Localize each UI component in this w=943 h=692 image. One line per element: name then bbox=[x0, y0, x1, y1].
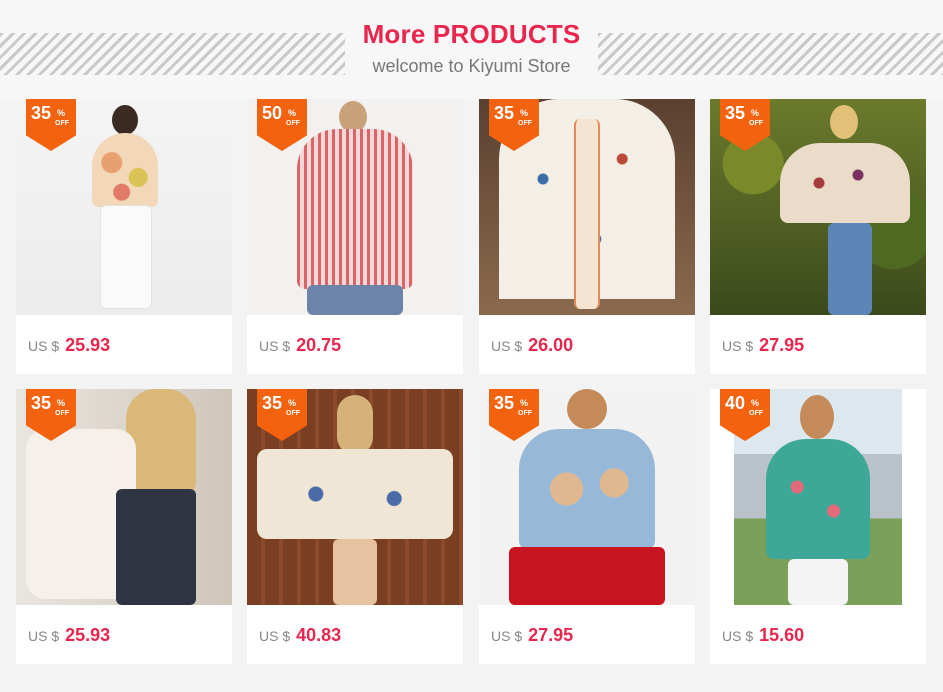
price-value: 25.93 bbox=[65, 625, 111, 645]
currency-label: US $ bbox=[259, 338, 291, 354]
discount-percent: % bbox=[288, 108, 297, 118]
price-row: US $ 25.93 bbox=[28, 335, 110, 356]
discount-value: 35 bbox=[262, 393, 283, 413]
price-value: 27.95 bbox=[759, 335, 805, 355]
product-card[interactable]: 35 % OFF US $ 27.95 bbox=[710, 99, 926, 374]
currency-label: US $ bbox=[259, 628, 291, 644]
currency-label: US $ bbox=[722, 338, 754, 354]
discount-value: 40 bbox=[725, 393, 746, 413]
price-value: 25.93 bbox=[65, 335, 111, 355]
discount-off: OFF bbox=[55, 120, 69, 127]
product-card[interactable]: 50 % OFF US $ 20.75 bbox=[247, 99, 463, 374]
discount-off: OFF bbox=[749, 410, 763, 417]
currency-label: US $ bbox=[28, 628, 60, 644]
discount-off: OFF bbox=[518, 410, 532, 417]
price-row: US $ 25.93 bbox=[28, 625, 110, 646]
discount-percent: % bbox=[57, 398, 66, 408]
price-value: 15.60 bbox=[759, 625, 805, 645]
discount-value: 35 bbox=[725, 103, 746, 123]
discount-percent: % bbox=[751, 108, 760, 118]
discount-value: 35 bbox=[31, 103, 52, 123]
price-row: US $ 15.60 bbox=[722, 625, 804, 646]
product-card[interactable]: 35 % OFF US $ 25.93 bbox=[16, 389, 232, 664]
price-row: US $ 27.95 bbox=[491, 625, 573, 646]
discount-percent: % bbox=[520, 398, 529, 408]
discount-percent: % bbox=[751, 398, 760, 408]
price-value: 40.83 bbox=[296, 625, 342, 645]
discount-value: 35 bbox=[494, 103, 515, 123]
product-card[interactable]: 35 % OFF US $ 26.00 bbox=[479, 99, 695, 374]
price-value: 20.75 bbox=[296, 335, 342, 355]
product-card[interactable]: 40 % OFF US $ 15.60 bbox=[710, 389, 926, 664]
product-grid: 35 % OFF US $ 25.93 50 % OFF US $ 20.75 35… bbox=[0, 0, 943, 692]
discount-off: OFF bbox=[286, 120, 300, 127]
discount-off: OFF bbox=[518, 120, 532, 127]
discount-value: 35 bbox=[494, 393, 515, 413]
product-card[interactable]: 35 % OFF US $ 27.95 bbox=[479, 389, 695, 664]
price-row: US $ 27.95 bbox=[722, 335, 804, 356]
currency-label: US $ bbox=[28, 338, 60, 354]
product-card[interactable]: 35 % OFF US $ 40.83 bbox=[247, 389, 463, 664]
discount-value: 50 bbox=[262, 103, 283, 123]
discount-percent: % bbox=[520, 108, 529, 118]
discount-off: OFF bbox=[55, 410, 69, 417]
discount-off: OFF bbox=[749, 120, 763, 127]
discount-percent: % bbox=[288, 398, 297, 408]
discount-off: OFF bbox=[286, 410, 300, 417]
currency-label: US $ bbox=[491, 628, 523, 644]
price-row: US $ 26.00 bbox=[491, 335, 573, 356]
currency-label: US $ bbox=[722, 628, 754, 644]
discount-percent: % bbox=[57, 108, 66, 118]
price-value: 26.00 bbox=[528, 335, 574, 355]
price-row: US $ 40.83 bbox=[259, 625, 341, 646]
price-row: US $ 20.75 bbox=[259, 335, 341, 356]
price-value: 27.95 bbox=[528, 625, 574, 645]
discount-value: 35 bbox=[31, 393, 52, 413]
currency-label: US $ bbox=[491, 338, 523, 354]
product-card[interactable]: 35 % OFF US $ 25.93 bbox=[16, 99, 232, 374]
